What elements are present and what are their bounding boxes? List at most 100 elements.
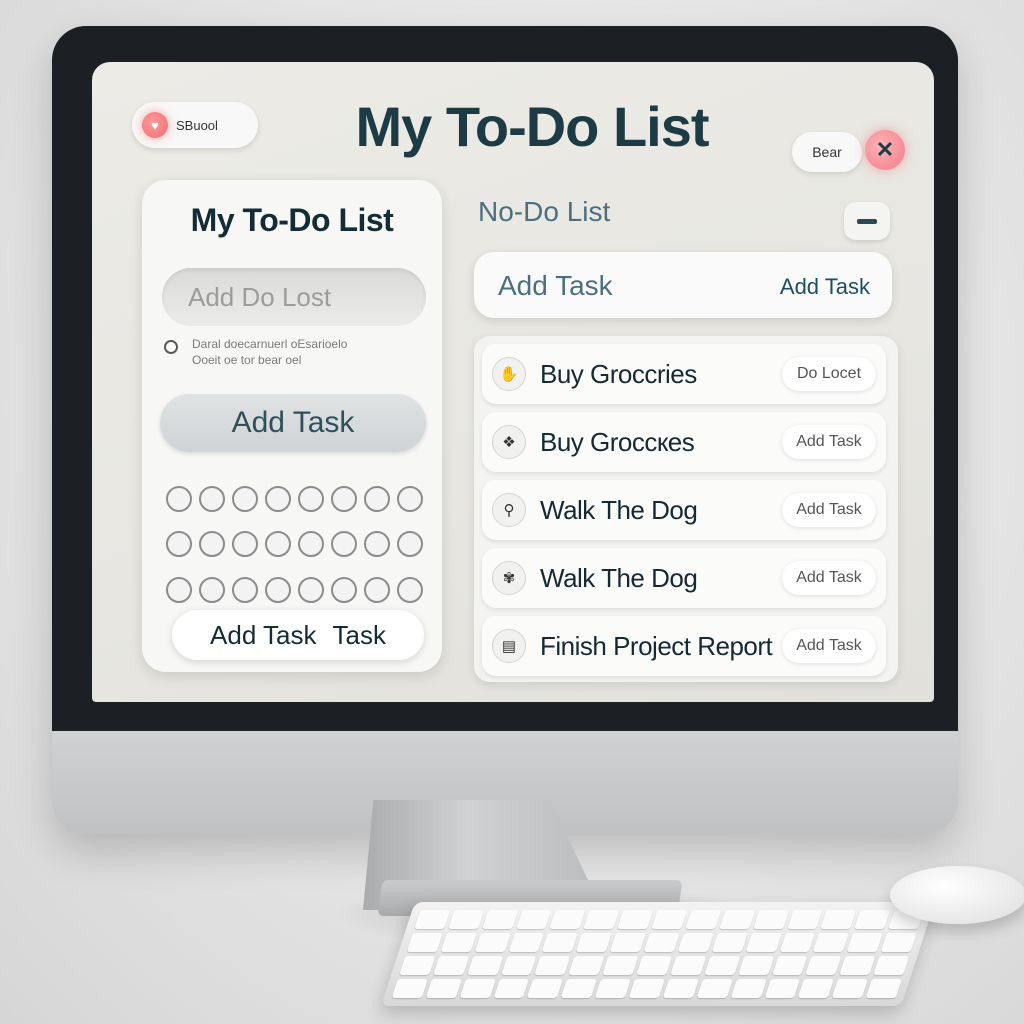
add-list-placeholder: Add Do Lost bbox=[188, 281, 332, 312]
keyboard-key bbox=[500, 956, 537, 975]
pin-icon: ⚲ bbox=[492, 493, 526, 527]
checkbox-circle[interactable] bbox=[397, 486, 423, 512]
checkbox-circle[interactable] bbox=[364, 576, 390, 603]
keyboard-key bbox=[846, 933, 883, 952]
app-screen: ♥ SBuool My To-Do List Bear ✕ My To-Do L… bbox=[92, 62, 934, 702]
checkbox-circle[interactable] bbox=[265, 486, 291, 512]
keyboard-key bbox=[813, 933, 850, 952]
checkbox-circle[interactable] bbox=[166, 531, 192, 558]
keyboard-key bbox=[568, 956, 605, 975]
task-action-button[interactable]: Add Task bbox=[782, 425, 876, 459]
keyboard-key bbox=[527, 979, 564, 998]
top-left-button[interactable]: ♥ SBuool bbox=[132, 102, 258, 148]
minus-icon bbox=[857, 218, 877, 224]
close-icon[interactable]: ✕ bbox=[865, 130, 905, 170]
paw-icon: ✾ bbox=[492, 561, 526, 595]
list-item[interactable]: ✾ Walk The Dog Add Task bbox=[482, 548, 886, 608]
add-task-bar[interactable]: Add Task Add Task bbox=[474, 252, 892, 318]
keyboard-key bbox=[628, 979, 665, 998]
add-task-button[interactable]: Add Task bbox=[160, 394, 426, 452]
checkbox-circle[interactable] bbox=[232, 486, 258, 512]
list-item[interactable]: ⚲ Walk The Dog Add Task bbox=[482, 480, 886, 540]
keyboard-key bbox=[651, 910, 688, 929]
minimize-button[interactable] bbox=[844, 202, 890, 240]
checkbox-circle[interactable] bbox=[397, 576, 423, 603]
keyboard-key bbox=[779, 933, 816, 952]
task-label: Walk The Dog bbox=[540, 495, 698, 525]
keyboard-key bbox=[493, 979, 530, 998]
keyboard-key bbox=[575, 933, 613, 952]
list-item[interactable]: ✋ Buy Groccries Do Locet bbox=[482, 344, 886, 404]
task-action-button[interactable]: Do Locet bbox=[782, 357, 876, 391]
keyboard-key bbox=[594, 979, 631, 998]
keyboard-key bbox=[602, 956, 639, 975]
keyboard-key bbox=[820, 910, 857, 929]
checkbox-circle[interactable] bbox=[331, 486, 357, 512]
checkbox-circle[interactable] bbox=[166, 576, 192, 603]
add-list-input[interactable]: Add Do Lost bbox=[162, 268, 426, 326]
keyboard-key bbox=[466, 956, 503, 975]
keyboard-key bbox=[414, 910, 451, 929]
keyboard-key bbox=[534, 956, 571, 975]
page-title: My To-Do List bbox=[355, 95, 709, 158]
checkbox-circle[interactable] bbox=[199, 486, 225, 512]
task-label: Walk The Dog bbox=[540, 563, 698, 593]
task-action-button[interactable]: Add Task bbox=[782, 629, 876, 663]
task-label: Buy Groccries bbox=[540, 359, 697, 389]
list-item[interactable]: ❖ Buy Groccкes Add Task bbox=[482, 412, 886, 472]
checkbox-circle[interactable] bbox=[199, 576, 225, 603]
add-task-bottom-button[interactable]: Add Task Task bbox=[172, 610, 424, 660]
add-task-action[interactable]: Add Task bbox=[780, 274, 870, 300]
keyboard-key bbox=[459, 979, 496, 998]
keyboard-key bbox=[865, 979, 902, 998]
keyboard-key bbox=[677, 933, 714, 952]
radio-description: Daral doecarnuerl oEsarioelo Ooeit oe to… bbox=[192, 336, 424, 368]
keyboard-key bbox=[805, 956, 842, 975]
keyboard-key bbox=[831, 979, 869, 998]
checkbox-circle[interactable] bbox=[364, 486, 390, 512]
task-label: Buy Groccкes bbox=[540, 427, 695, 457]
hand-icon: ✋ bbox=[492, 357, 526, 391]
checkbox-circle[interactable] bbox=[298, 531, 324, 558]
checkbox-circle[interactable] bbox=[298, 576, 324, 603]
checkbox-circle[interactable] bbox=[298, 486, 324, 512]
task-action-button[interactable]: Add Task bbox=[782, 493, 876, 527]
keyboard-key bbox=[515, 910, 552, 929]
right-panel-title: No-Do List bbox=[478, 196, 611, 227]
top-right-button-label: Bear bbox=[812, 144, 842, 160]
checkbox-circle[interactable] bbox=[232, 576, 258, 603]
keyboard-key bbox=[711, 933, 748, 952]
bag-icon: ❖ bbox=[492, 425, 526, 459]
checkbox-circle[interactable] bbox=[265, 531, 291, 558]
checkbox-circle[interactable] bbox=[199, 531, 225, 558]
keyboard-key bbox=[685, 910, 722, 929]
add-task-input-placeholder[interactable]: Add Task bbox=[498, 270, 613, 302]
checkbox-circle[interactable] bbox=[232, 531, 258, 558]
radio-option[interactable]: Daral doecarnuerl oEsarioelo Ooeit oe to… bbox=[164, 336, 424, 376]
list-item[interactable]: ▤ Finish Project Report Add Task bbox=[482, 616, 886, 676]
doc-icon: ▤ bbox=[492, 629, 526, 663]
keyboard-key bbox=[561, 979, 598, 998]
keyboard-key bbox=[440, 933, 477, 952]
keyboard-key bbox=[771, 956, 808, 975]
checkbox-circle[interactable] bbox=[265, 576, 291, 603]
radio-icon[interactable] bbox=[164, 340, 178, 354]
keyboard-key bbox=[549, 910, 586, 929]
checkbox-circle[interactable] bbox=[397, 531, 423, 558]
task-action-button[interactable]: Add Task bbox=[782, 561, 876, 595]
checkbox-circle[interactable] bbox=[364, 531, 390, 558]
keyboard-key bbox=[798, 979, 835, 998]
keyboard-key bbox=[474, 933, 511, 952]
keyboard-key bbox=[662, 979, 699, 998]
keyboard-key bbox=[609, 933, 646, 952]
radio-text-line-1: Daral doecarnuerl oEsarioelo bbox=[192, 337, 348, 351]
keyboard-key bbox=[745, 933, 782, 952]
checkbox-circle[interactable] bbox=[331, 576, 357, 603]
top-right-button[interactable]: Bear bbox=[792, 132, 862, 172]
keyboard-key bbox=[508, 933, 545, 952]
checkbox-circle[interactable] bbox=[166, 486, 192, 512]
add-task-bottom-label-2: Task bbox=[332, 619, 386, 650]
checkbox-circle[interactable] bbox=[331, 531, 357, 558]
keyboard-key bbox=[880, 933, 917, 952]
keyboard-key bbox=[481, 910, 518, 929]
